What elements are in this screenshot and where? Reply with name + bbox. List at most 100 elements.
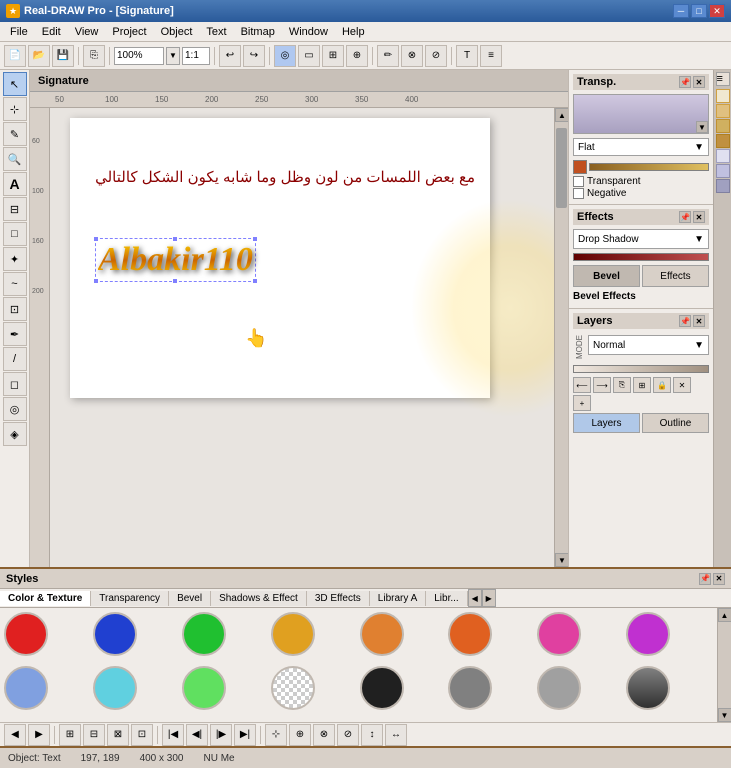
text-btn[interactable]: T	[456, 45, 478, 67]
swatch-red[interactable]	[4, 612, 48, 656]
magic-tool[interactable]: ◈	[3, 422, 27, 446]
zoom-tool[interactable]: 🔍	[3, 147, 27, 171]
open-button[interactable]: 📂	[28, 45, 50, 67]
align-btn[interactable]: ≡	[480, 45, 502, 67]
maximize-button[interactable]: □	[691, 4, 707, 18]
wand-tool[interactable]: ⊘	[425, 45, 447, 67]
bottom-btn-1[interactable]: ◀	[4, 724, 26, 746]
swatches-scroll-down[interactable]: ▼	[718, 708, 731, 722]
pen-tool[interactable]: ✏	[377, 45, 399, 67]
swatch-gray[interactable]	[448, 666, 492, 710]
bottom-btn-3[interactable]: ⊞	[59, 724, 81, 746]
swatch-pink[interactable]	[537, 612, 581, 656]
swatch-lightgray[interactable]	[537, 666, 581, 710]
styles-close[interactable]: ✕	[713, 573, 725, 585]
tab-library-a[interactable]: Library A	[370, 591, 426, 606]
swatches-scroll-up[interactable]: ▲	[718, 608, 731, 622]
tab-3d[interactable]: 3D Effects	[307, 591, 370, 606]
menu-object[interactable]: Object	[155, 25, 199, 39]
bevel-button[interactable]: Bevel	[573, 265, 640, 287]
undo-button[interactable]: ↩	[219, 45, 241, 67]
swatch-green[interactable]	[182, 612, 226, 656]
color-strip-swatch5[interactable]	[716, 149, 730, 163]
menu-help[interactable]: Help	[336, 25, 371, 39]
layer-back-btn[interactable]: ⟵	[573, 377, 591, 393]
swatch-black[interactable]	[360, 666, 404, 710]
brush-tool[interactable]: ✎	[3, 122, 27, 146]
transp-menu-btn[interactable]: ▼	[696, 121, 708, 133]
canvas-content[interactable]: مع بعض اللمسات من لون وظل وما شابه يكون …	[50, 108, 568, 567]
handle-tm[interactable]	[172, 236, 178, 242]
menu-window[interactable]: Window	[283, 25, 334, 39]
transp-mode-dropdown[interactable]: Flat ▼	[573, 138, 709, 156]
transp-slider[interactable]	[589, 163, 709, 171]
save-button[interactable]: 💾	[52, 45, 74, 67]
effects-pin[interactable]: 📌	[679, 211, 691, 223]
handle-br[interactable]	[252, 278, 258, 284]
eraser-tool[interactable]: ◻	[3, 372, 27, 396]
close-button[interactable]: ✕	[709, 4, 725, 18]
color-strip-btn-1[interactable]: ≡	[716, 72, 730, 86]
tab-transparency[interactable]: Transparency	[91, 591, 169, 606]
fill-tool[interactable]: ⊡	[3, 297, 27, 321]
bottom-btn-10[interactable]: ▶|	[234, 724, 256, 746]
bottom-btn-16[interactable]: ↔	[385, 724, 407, 746]
handle-bl[interactable]	[93, 278, 99, 284]
swatch-white[interactable]	[271, 666, 315, 710]
color-strip-swatch3[interactable]	[716, 119, 730, 133]
layer-fwd-btn[interactable]: ⟶	[593, 377, 611, 393]
bottom-btn-4[interactable]: ⊟	[83, 724, 105, 746]
bottom-btn-7[interactable]: |◀	[162, 724, 184, 746]
layer-lock-btn[interactable]: 🔒	[653, 377, 671, 393]
swatch-blue[interactable]	[93, 612, 137, 656]
text-selection-box[interactable]: Albakir110	[95, 238, 256, 282]
handle-bm[interactable]	[172, 278, 178, 284]
menu-project[interactable]: Project	[106, 25, 152, 39]
layers-tab[interactable]: Layers	[573, 413, 640, 433]
text-tool[interactable]: A	[3, 172, 27, 196]
swatch-lightblue[interactable]	[4, 666, 48, 710]
menu-view[interactable]: View	[69, 25, 105, 39]
color-strip-swatch6[interactable]	[716, 164, 730, 178]
new-button[interactable]: 📄	[4, 45, 26, 67]
bottom-btn-13[interactable]: ⊗	[313, 724, 335, 746]
bottom-btn-15[interactable]: ↕	[361, 724, 383, 746]
styles-pin[interactable]: 📌	[699, 573, 711, 585]
negative-checkbox[interactable]	[573, 188, 584, 199]
menu-file[interactable]: File	[4, 25, 34, 39]
minimize-button[interactable]: ─	[673, 4, 689, 18]
scroll-thumb[interactable]	[556, 128, 567, 208]
tab-library[interactable]: Libr...	[426, 591, 467, 606]
transp-pin[interactable]: 📌	[679, 76, 691, 88]
tabs-next[interactable]: ▶	[482, 589, 496, 607]
bottom-btn-6[interactable]: ⊡	[131, 724, 153, 746]
effects-slider[interactable]	[573, 253, 709, 261]
swatch-darkorange[interactable]	[448, 612, 492, 656]
vertical-scrollbar[interactable]: ▲ ▼	[554, 108, 568, 567]
effects-close[interactable]: ✕	[693, 211, 705, 223]
image-tool[interactable]: ⊟	[3, 197, 27, 221]
layers-close[interactable]: ✕	[693, 315, 705, 327]
color-strip-swatch2[interactable]	[716, 104, 730, 118]
canvas-area[interactable]: 50 100 150 200 250 300 350 400 60 100 16…	[30, 92, 568, 567]
scroll-up-button[interactable]: ▲	[555, 108, 568, 122]
lasso-tool[interactable]: ⊗	[401, 45, 423, 67]
layers-opacity-slider[interactable]	[573, 365, 709, 373]
swatch-orange[interactable]	[360, 612, 404, 656]
layer-copy-btn[interactable]: ⎘	[613, 377, 631, 393]
rect-tool[interactable]: ▭	[298, 45, 320, 67]
zoom-input[interactable]: 100%	[114, 47, 164, 65]
bottom-btn-2[interactable]: ▶	[28, 724, 50, 746]
swatch-purple[interactable]	[626, 612, 670, 656]
bottom-btn-9[interactable]: |▶	[210, 724, 232, 746]
redo-button[interactable]: ↪	[243, 45, 265, 67]
bottom-btn-8[interactable]: ◀|	[186, 724, 208, 746]
star-tool[interactable]: ✦	[3, 247, 27, 271]
curve-tool[interactable]: ~	[3, 272, 27, 296]
bottom-btn-5[interactable]: ⊠	[107, 724, 129, 746]
select-tool[interactable]: ↖	[3, 72, 27, 96]
circle-tool[interactable]: ◎	[274, 45, 296, 67]
handle-tr[interactable]	[252, 236, 258, 242]
swatch-darkgray[interactable]	[626, 666, 670, 710]
grid-tool[interactable]: ⊞	[322, 45, 344, 67]
